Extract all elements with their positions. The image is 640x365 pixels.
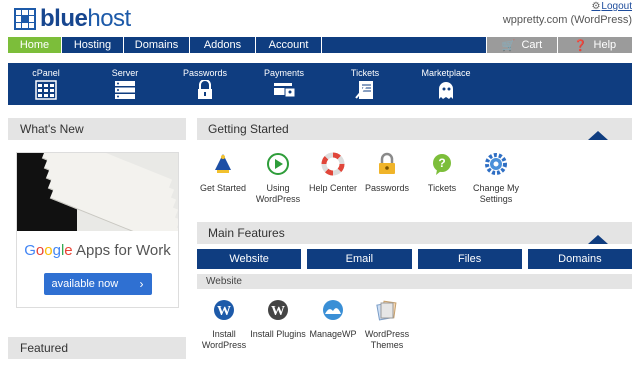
logo-grid-icon <box>14 8 36 30</box>
svg-text:W: W <box>271 304 285 319</box>
lifebuoy-icon <box>321 152 345 176</box>
item-label: Get Started <box>199 183 247 193</box>
marketplace-icon <box>439 82 453 99</box>
lock-icon <box>198 79 212 99</box>
feature-tabs: Website Email Files Domains <box>197 249 632 269</box>
tools-bar: cPanel Server Passwords Payments Tickets… <box>8 63 632 105</box>
using-wordpress-link[interactable]: Using WordPress <box>250 152 306 205</box>
settings-icon <box>485 153 507 175</box>
whats-new-header: What's New <box>8 118 186 140</box>
wordpress-icon: W <box>214 300 234 320</box>
tab-hosting[interactable]: Hosting <box>62 37 124 53</box>
top-nav: Home Hosting Domains Addons Account 🛒 Car… <box>8 37 632 53</box>
tab-addons[interactable]: Addons <box>190 37 256 53</box>
tool-server[interactable]: Server <box>84 63 166 105</box>
collapse-arrow-icon[interactable] <box>588 131 608 140</box>
wizard-icon <box>215 154 231 173</box>
bluehost-logo[interactable]: bluehost <box>14 5 131 33</box>
chevron-right-icon: › <box>139 277 144 291</box>
item-label: Passwords <box>364 183 409 193</box>
tab-domains[interactable]: Domains <box>124 37 190 53</box>
tab-domains[interactable]: Domains <box>527 249 632 269</box>
collapse-arrow-icon[interactable] <box>588 235 608 244</box>
logout-link[interactable]: ⚙Logout <box>591 1 632 12</box>
tool-label: Passwords <box>182 68 227 78</box>
tool-label: Payments <box>263 68 305 78</box>
tool-tickets[interactable]: Tickets <box>324 63 406 105</box>
item-label: Tickets <box>427 183 457 193</box>
featured-header: Featured <box>8 337 186 359</box>
install-plugins-link[interactable]: W Install Plugins <box>250 298 306 340</box>
tickets-link[interactable]: ? Tickets <box>414 152 470 194</box>
wordpress-themes-link[interactable]: WordPress Themes <box>359 298 415 351</box>
tab-email[interactable]: Email <box>307 249 412 269</box>
question-icon: ? <box>433 154 451 175</box>
item-label: ManageWP <box>309 329 357 339</box>
change-settings-link[interactable]: Change My Settings <box>468 152 524 205</box>
item-label: Install WordPress <box>201 329 247 350</box>
tool-label: Tickets <box>350 68 380 78</box>
item-label: Using WordPress <box>255 183 301 204</box>
main-features-header: Main Features <box>197 222 632 244</box>
website-section-label: Website <box>197 274 632 289</box>
item-label: Help Center <box>308 183 358 193</box>
account-name: wppretty.com (WordPress) <box>502 14 632 26</box>
gear-icon: ⚙ <box>591 1 601 12</box>
getting-started-header: Getting Started <box>197 118 632 140</box>
managewp-icon <box>323 300 343 320</box>
credit-card-icon <box>274 83 296 98</box>
available-now-button[interactable]: available now › <box>43 273 152 295</box>
tool-label: Marketplace <box>421 68 471 78</box>
promo-paper-image <box>17 153 178 231</box>
google-apps-promo[interactable]: Google Apps for Work available now › <box>16 152 179 308</box>
help-button[interactable]: ❓ Help <box>558 37 632 53</box>
tool-cpanel[interactable]: cPanel <box>8 63 84 105</box>
tool-label: cPanel <box>32 68 60 78</box>
play-icon <box>267 153 289 175</box>
help-center-link[interactable]: Help Center <box>305 152 361 194</box>
managewp-link[interactable]: ManageWP <box>305 298 361 340</box>
passwords-link[interactable]: Passwords <box>359 152 415 194</box>
server-icon <box>115 81 135 99</box>
help-icon: ❓ <box>573 39 588 52</box>
tool-passwords[interactable]: Passwords <box>166 63 244 105</box>
svg-text:W: W <box>217 304 231 319</box>
get-started-link[interactable]: Get Started <box>195 152 251 194</box>
install-wordpress-link[interactable]: W Install WordPress <box>196 298 252 351</box>
wordpress-plugins-icon: W <box>268 300 288 320</box>
logo-text: bluehost <box>40 5 131 32</box>
tool-label: Server <box>111 68 139 78</box>
item-label: Install Plugins <box>250 329 306 339</box>
cart-icon: 🛒 <box>501 39 516 52</box>
padlock-icon <box>379 152 395 174</box>
tab-website[interactable]: Website <box>197 249 302 269</box>
cart-button[interactable]: 🛒 Cart <box>486 37 558 53</box>
ticket-icon <box>355 81 373 99</box>
google-apps-text: Google Apps for Work <box>24 242 171 259</box>
cpanel-icon <box>35 80 57 100</box>
tab-account[interactable]: Account <box>256 37 322 53</box>
themes-icon <box>376 300 397 321</box>
tool-marketplace[interactable]: Marketplace <box>406 63 486 105</box>
item-label: WordPress Themes <box>364 329 410 350</box>
svg-text:?: ? <box>438 156 445 170</box>
tab-files[interactable]: Files <box>417 249 522 269</box>
tab-home[interactable]: Home <box>8 37 62 53</box>
tool-payments[interactable]: Payments <box>244 63 324 105</box>
item-label: Change My Settings <box>472 183 520 204</box>
